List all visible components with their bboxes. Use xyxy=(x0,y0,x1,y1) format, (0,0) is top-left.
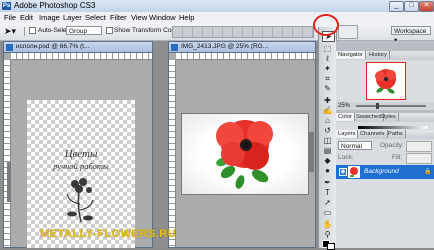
document-title-text-1: исполн.psd @ 66.7% (t... xyxy=(16,43,90,50)
red-flower-image xyxy=(216,120,273,189)
menu-select[interactable]: Select xyxy=(85,13,106,22)
vertical-ruler xyxy=(4,60,11,247)
background-color-swatch[interactable] xyxy=(327,243,335,250)
horizontal-ruler xyxy=(176,53,315,60)
tab-navigator[interactable]: Navigator xyxy=(336,51,366,59)
document-icon xyxy=(171,44,178,51)
blur-tool-icon[interactable]: ◆ xyxy=(322,156,333,165)
gradient-tool-icon[interactable]: ▤ xyxy=(322,146,333,155)
layer-name: Background xyxy=(364,168,399,175)
hand-tool-icon[interactable]: ✋ xyxy=(322,220,333,229)
pen-tool-icon[interactable]: ✒ xyxy=(322,178,333,187)
transform-controls-checkbox[interactable] xyxy=(106,27,113,34)
vertical-scrollbar-thumb[interactable] xyxy=(7,162,11,202)
options-divider xyxy=(24,27,25,36)
tab-channels[interactable]: Channels xyxy=(358,130,388,138)
lock-icon: 🔒 xyxy=(424,169,432,175)
minimize-button[interactable]: _ xyxy=(389,1,404,12)
flower-ornament-icon xyxy=(66,178,94,223)
navigator-flower-thumbnail xyxy=(375,69,396,94)
canvas-text-line1: Цветы xyxy=(64,148,98,160)
vertical-ruler xyxy=(169,60,176,247)
auto-select-dropdown[interactable]: Group xyxy=(66,26,102,35)
zoom-slider[interactable] xyxy=(356,105,426,107)
dodge-tool-icon[interactable]: ● xyxy=(322,166,333,175)
canvas-text-line2: ручной работы xyxy=(53,161,109,171)
zoom-row: 25% xyxy=(336,102,434,110)
eraser-tool-icon[interactable]: ◫ xyxy=(322,136,333,145)
checkbox-icon xyxy=(29,27,36,34)
eye-icon[interactable]: ◉ xyxy=(339,168,347,176)
menu-image[interactable]: Image xyxy=(39,13,60,22)
watermark-text: METALLY-FLOWERS.RU xyxy=(40,228,177,240)
checkbox-icon xyxy=(106,27,113,34)
tools-panel: ➤ ⬚ ℓ ✦ ⌗ ✎ ✚ ✍ ⌂ ↺ ◫ ▤ ◆ ● ✒ T ➚ ▭ ✋ ⚲ xyxy=(318,27,337,250)
zoom-tool-icon[interactable]: ⚲ xyxy=(322,230,333,239)
fill-label: Fill: xyxy=(392,154,403,161)
opacity-field[interactable] xyxy=(406,141,432,152)
type-tool-icon[interactable]: T xyxy=(322,188,333,197)
navigator-preview[interactable] xyxy=(366,62,406,100)
tab-color[interactable]: Color xyxy=(336,113,355,121)
menu-window[interactable]: Window xyxy=(149,13,176,22)
lasso-tool-icon[interactable]: ℓ xyxy=(322,54,333,63)
menu-help[interactable]: Help xyxy=(179,13,194,22)
clone-stamp-tool-icon[interactable]: ⌂ xyxy=(322,116,333,125)
document-title-text-2: IMG_2413.JPG @ 25% (RG... xyxy=(181,43,269,50)
zoom-value[interactable]: 25% xyxy=(338,102,350,110)
menu-edit[interactable]: Edit xyxy=(20,13,33,22)
move-tool-preset-icon[interactable]: ➤▾ xyxy=(4,26,16,36)
vertical-scrollbar-thumb[interactable] xyxy=(309,132,314,172)
shape-tool-icon[interactable]: ▭ xyxy=(322,208,333,217)
tab-layers[interactable]: Layers xyxy=(336,130,359,138)
menu-file[interactable]: File xyxy=(4,13,16,22)
history-brush-tool-icon[interactable]: ↺ xyxy=(322,126,333,135)
workspace-button[interactable]: Workspace ▾ xyxy=(391,26,431,44)
layer-row-background[interactable]: ◉ Background 🔒 xyxy=(336,165,434,179)
tab-history[interactable]: History xyxy=(367,51,391,59)
magic-wand-tool-icon[interactable]: ✦ xyxy=(322,64,333,73)
close-button[interactable]: ✕ xyxy=(419,1,434,12)
layer-flower-thumbnail xyxy=(350,167,358,177)
tool-highlight-circle xyxy=(313,14,339,36)
window-title: Adobe Photoshop CS3 xyxy=(14,1,96,10)
document-window-1[interactable]: исполн.psd @ 66.7% (t... Цветы ручной ра… xyxy=(3,41,153,248)
options-bar: ➤▾ Auto-Select: Group Show Transform Con… xyxy=(0,23,434,44)
document-title-2[interactable]: IMG_2413.JPG @ 25% (RG... xyxy=(169,42,315,53)
slice-tool-icon[interactable]: ✎ xyxy=(322,84,333,93)
layer-thumbnail xyxy=(348,166,360,178)
transparent-canvas[interactable]: Цветы ручной работы xyxy=(27,100,135,248)
fill-field[interactable] xyxy=(406,153,432,164)
tab-styles[interactable]: Styles xyxy=(378,113,399,121)
palette-well-button[interactable] xyxy=(338,25,358,39)
zoom-slider-handle[interactable] xyxy=(376,103,379,109)
lock-label: Lock: xyxy=(338,154,354,161)
panels-dock: Navigator History 25% Color Swatches Sty… xyxy=(336,41,434,248)
brush-tool-icon[interactable]: ✍ xyxy=(322,106,333,115)
maximize-button[interactable]: □ xyxy=(404,1,419,12)
path-selection-tool-icon[interactable]: ➚ xyxy=(322,198,333,207)
navigator-panel-body xyxy=(336,60,434,102)
layers-panel-body: Normal Opacity: Lock: Fill: ◉ Background… xyxy=(336,139,434,248)
color-slider-r[interactable] xyxy=(358,126,428,129)
menu-layer[interactable]: Layer xyxy=(63,13,82,22)
photoshop-logo-icon: Ps xyxy=(2,2,11,10)
menu-view[interactable]: View xyxy=(131,13,147,22)
marquee-tool-icon[interactable]: ⬚ xyxy=(322,44,333,53)
opacity-label: Opacity: xyxy=(380,142,404,149)
align-buttons-group[interactable] xyxy=(172,26,314,38)
blend-mode-dropdown[interactable]: Normal xyxy=(338,141,372,150)
crop-tool-icon[interactable]: ⌗ xyxy=(322,74,333,83)
auto-select-checkbox[interactable] xyxy=(29,27,36,34)
photo-canvas[interactable] xyxy=(181,113,309,195)
healing-brush-tool-icon[interactable]: ✚ xyxy=(322,96,333,105)
menu-filter[interactable]: Filter xyxy=(110,13,127,22)
tab-paths[interactable]: Paths xyxy=(386,130,406,138)
document-title-1[interactable]: исполн.psd @ 66.7% (t... xyxy=(4,42,152,53)
document-icon xyxy=(6,44,13,51)
horizontal-ruler xyxy=(11,53,152,60)
document-window-2[interactable]: IMG_2413.JPG @ 25% (RG... xyxy=(168,41,316,248)
